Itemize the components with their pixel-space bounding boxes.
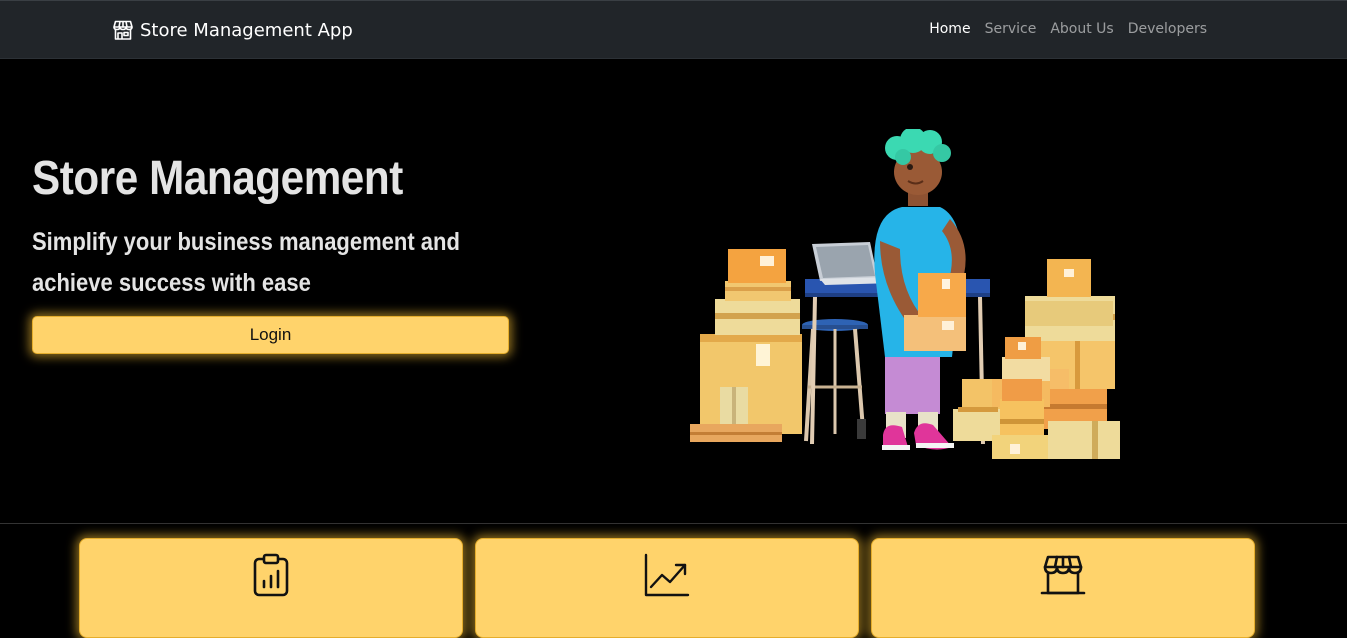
hero-title: Store Management	[32, 152, 403, 205]
clipboard-chart-icon	[253, 553, 289, 597]
person-packing-boxes-illustration	[690, 129, 1120, 459]
trending-up-chart-icon	[644, 553, 690, 597]
feature-card-store[interactable]	[871, 538, 1255, 638]
hero-subtitle: Simplify your business management and ac…	[32, 228, 460, 297]
nav-link-developers[interactable]: Developers	[1128, 21, 1207, 37]
brand-name: Store Management App	[140, 19, 353, 41]
nav-links: Home Service About Us Developers	[915, 21, 1207, 37]
hero-section: Store Management Simplify your business …	[0, 59, 1347, 524]
navbar: Store Management App Home Service About …	[0, 0, 1347, 59]
nav-link-about-us[interactable]: About Us	[1050, 21, 1113, 37]
brand-link[interactable]: Store Management App	[111, 18, 353, 42]
storefront-icon	[1040, 555, 1086, 595]
login-button[interactable]: Login	[32, 316, 509, 354]
feature-card-sales-trend[interactable]	[475, 538, 859, 638]
storefront-icon	[113, 20, 133, 40]
nav-link-home[interactable]: Home	[929, 21, 970, 37]
nav-link-service[interactable]: Service	[985, 21, 1037, 37]
feature-card-reports[interactable]	[79, 538, 463, 638]
